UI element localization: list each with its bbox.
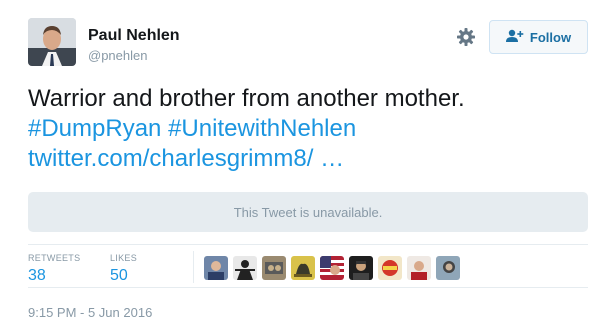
tweet-text-line: Warrior and brother from another mother. [28, 85, 465, 112]
tweet-card: Paul Nehlen @pnehlen Follow Warrior and … [0, 0, 603, 325]
tweet-stats: RETWEETS 38 LIKES 50 [28, 244, 588, 288]
liker-avatar[interactable] [378, 256, 402, 280]
author-name[interactable]: Paul Nehlen [88, 27, 180, 45]
likes-count[interactable]: 50 [110, 267, 137, 285]
hashtag-link[interactable]: #UnitewithNehlen [168, 115, 356, 142]
quoted-tweet-unavailable: This Tweet is unavailable. [28, 192, 588, 232]
gear-icon[interactable] [456, 27, 476, 47]
tweet-text: Warrior and brother from another mother.… [28, 84, 588, 174]
stats-divider [193, 251, 194, 283]
liker-avatar[interactable] [291, 256, 315, 280]
retweets-count[interactable]: 38 [28, 267, 80, 285]
likes-stat[interactable]: LIKES 50 [110, 253, 137, 285]
author-handle[interactable]: @pnehlen [88, 48, 147, 63]
liker-avatar[interactable] [233, 256, 257, 280]
liker-avatar[interactable] [204, 256, 228, 280]
retweets-label: RETWEETS [28, 253, 81, 263]
add-user-icon [505, 29, 524, 46]
follow-button[interactable]: Follow [489, 20, 588, 54]
likes-label: LIKES [110, 253, 138, 263]
liker-avatar[interactable] [436, 256, 460, 280]
liker-avatar[interactable] [407, 256, 431, 280]
liker-avatar[interactable] [349, 256, 373, 280]
tweet-url-link[interactable]: twitter.com/charlesgrimm8/ … [28, 144, 588, 174]
tweet-timestamp[interactable]: 9:15 PM - 5 Jun 2016 [28, 305, 152, 320]
liker-avatar[interactable] [262, 256, 286, 280]
follow-label: Follow [529, 29, 572, 45]
unavailable-message: This Tweet is unavailable. [233, 204, 383, 220]
author-avatar[interactable] [28, 18, 76, 66]
hashtag-link[interactable]: #DumpRyan [28, 115, 161, 142]
retweets-stat[interactable]: RETWEETS 38 [28, 253, 80, 285]
liker-avatars [204, 256, 460, 280]
liker-avatar[interactable] [320, 256, 344, 280]
